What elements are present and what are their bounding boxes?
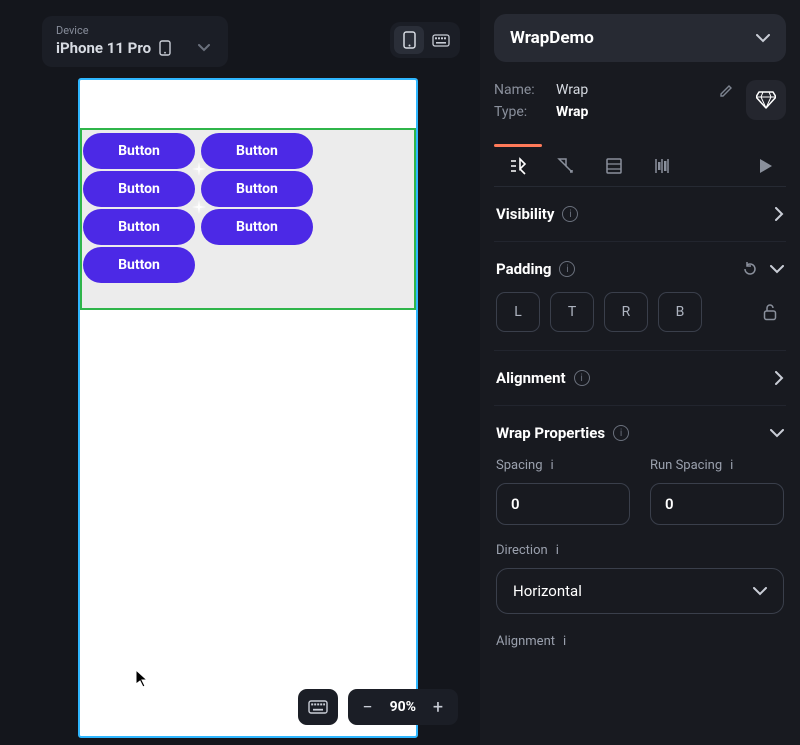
demo-button[interactable]: Button bbox=[83, 247, 195, 283]
wrap-widget-selection[interactable]: Button Button Button Button Button Butto… bbox=[80, 128, 416, 310]
info-icon[interactable]: i bbox=[556, 543, 559, 558]
zoom-value: 90% bbox=[386, 699, 420, 715]
section-wrap-properties: Wrap Properties i Spacing i Run Spacing bbox=[494, 406, 786, 667]
canvas-area[interactable]: Device iPhone 11 Pro bbox=[0, 0, 480, 745]
section-alignment[interactable]: Alignment i bbox=[494, 351, 786, 406]
inspector-panel: WrapDemo Name: Wrap Type: Wrap bbox=[480, 0, 800, 745]
chevron-right-icon bbox=[775, 207, 784, 221]
info-icon[interactable]: i bbox=[613, 425, 629, 441]
edit-name-icon[interactable] bbox=[719, 83, 734, 98]
section-visibility[interactable]: Visibility i bbox=[494, 187, 786, 242]
padding-top-input[interactable]: T bbox=[550, 292, 594, 332]
name-key: Name: bbox=[494, 82, 546, 98]
chevron-down-icon[interactable] bbox=[770, 265, 784, 274]
demo-button[interactable]: Button bbox=[201, 171, 313, 207]
demo-button[interactable]: Button bbox=[83, 209, 195, 245]
mobile-preview-button[interactable] bbox=[394, 26, 424, 54]
info-icon[interactable]: i bbox=[562, 206, 578, 222]
premium-icon[interactable] bbox=[746, 80, 786, 120]
device-selector[interactable]: Device iPhone 11 Pro bbox=[42, 16, 228, 67]
component-name: WrapDemo bbox=[510, 28, 594, 48]
name-value: Wrap bbox=[556, 82, 588, 98]
info-icon[interactable]: i bbox=[730, 458, 733, 473]
sparkle-icon bbox=[192, 162, 206, 176]
type-value: Wrap bbox=[556, 104, 588, 120]
wrap-properties-label: Wrap Properties bbox=[496, 424, 605, 442]
info-icon[interactable]: i bbox=[574, 370, 590, 386]
chevron-down-icon bbox=[198, 44, 210, 52]
chevron-down-icon bbox=[753, 587, 767, 596]
run-spacing-label: Run Spacing bbox=[650, 458, 722, 473]
direction-select[interactable]: Horizontal bbox=[496, 568, 784, 614]
visibility-label: Visibility bbox=[496, 205, 554, 223]
type-key: Type: bbox=[494, 104, 546, 120]
tab-data[interactable] bbox=[590, 146, 638, 186]
phone-icon bbox=[159, 40, 171, 56]
device-frame[interactable]: Button Button Button Button Button Butto… bbox=[78, 78, 418, 738]
direction-value: Horizontal bbox=[513, 582, 582, 600]
padding-bottom-input[interactable]: B bbox=[658, 292, 702, 332]
tab-layout[interactable] bbox=[638, 146, 686, 186]
lock-icon[interactable] bbox=[762, 303, 784, 321]
device-label: Device bbox=[56, 24, 210, 37]
demo-button[interactable]: Button bbox=[83, 171, 195, 207]
demo-button[interactable]: Button bbox=[201, 209, 313, 245]
padding-right-input[interactable]: R bbox=[604, 292, 648, 332]
alignment-label: Alignment bbox=[496, 369, 566, 387]
zoom-out-button[interactable]: − bbox=[354, 693, 382, 721]
zoom-in-button[interactable]: + bbox=[424, 693, 452, 721]
info-icon[interactable]: i bbox=[551, 458, 554, 473]
inspector-tabs bbox=[494, 146, 786, 187]
padding-label: Padding bbox=[496, 260, 551, 278]
tab-actions[interactable] bbox=[542, 146, 590, 186]
preview-mode-toggle bbox=[390, 22, 460, 58]
section-padding: Padding i L T R B bbox=[494, 242, 786, 351]
demo-button[interactable]: Button bbox=[201, 133, 313, 169]
zoom-control: − 90% + bbox=[348, 689, 458, 725]
run-button[interactable] bbox=[746, 146, 786, 186]
reset-icon[interactable] bbox=[742, 261, 758, 277]
info-icon[interactable]: i bbox=[559, 261, 575, 277]
info-icon[interactable]: i bbox=[563, 634, 566, 649]
wrap-alignment-label: Alignment bbox=[496, 634, 555, 649]
keyboard-button[interactable] bbox=[298, 689, 338, 725]
chevron-right-icon bbox=[775, 371, 784, 385]
component-header[interactable]: WrapDemo bbox=[494, 14, 786, 62]
chevron-down-icon[interactable] bbox=[770, 429, 784, 438]
spacing-label: Spacing bbox=[496, 458, 543, 473]
mouse-cursor-icon bbox=[135, 669, 151, 689]
direction-label: Direction bbox=[496, 543, 548, 558]
sparkle-icon bbox=[192, 200, 206, 214]
demo-button[interactable]: Button bbox=[83, 133, 195, 169]
chevron-down-icon bbox=[756, 34, 770, 43]
run-spacing-input[interactable] bbox=[650, 483, 784, 525]
device-name: iPhone 11 Pro bbox=[56, 39, 151, 57]
padding-left-input[interactable]: L bbox=[496, 292, 540, 332]
tab-style[interactable] bbox=[494, 146, 542, 186]
keyboard-preview-button[interactable] bbox=[426, 26, 456, 54]
spacing-input[interactable] bbox=[496, 483, 630, 525]
